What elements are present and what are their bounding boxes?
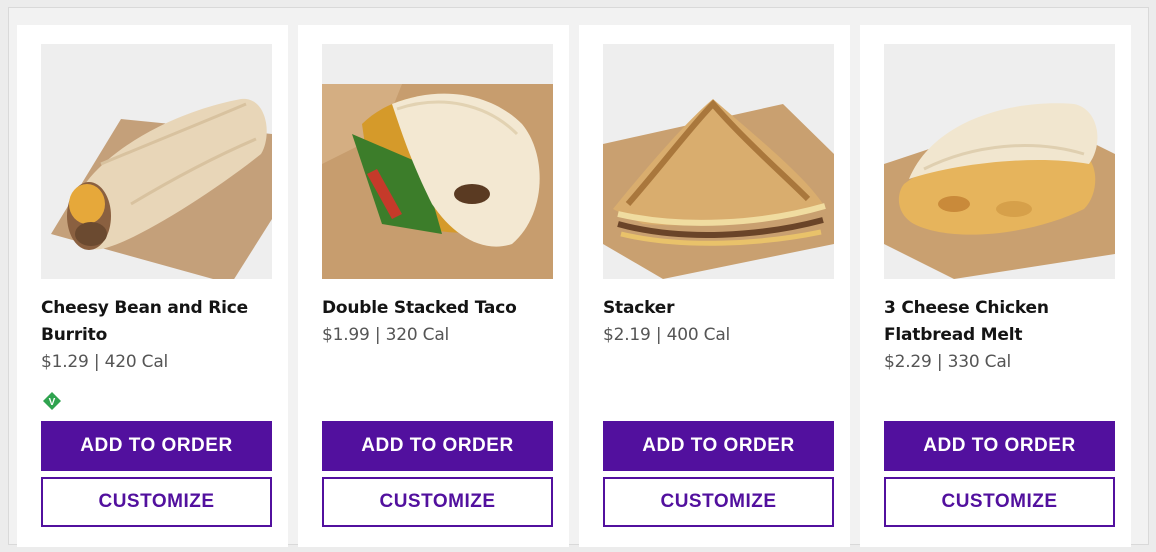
product-image-burrito[interactable] xyxy=(41,44,272,279)
svg-text:V: V xyxy=(49,397,56,408)
product-image-flatbread[interactable] xyxy=(884,44,1115,279)
product-card-cheesy-bean-rice-burrito: Cheesy Bean and Rice Burrito $1.29 | 420… xyxy=(17,25,288,547)
price-calories: $1.99 | 320 Cal xyxy=(322,325,450,345)
price-calories: $2.19 | 400 Cal xyxy=(603,325,731,345)
customize-button[interactable]: CUSTOMIZE xyxy=(884,477,1115,527)
product-image-stacker[interactable] xyxy=(603,44,834,279)
customize-button[interactable]: CUSTOMIZE xyxy=(322,477,553,527)
vegetarian-badge-icon: V xyxy=(43,392,61,410)
customize-button[interactable]: CUSTOMIZE xyxy=(41,477,272,527)
add-to-order-button[interactable]: ADD TO ORDER xyxy=(41,421,272,471)
product-name[interactable]: Stacker xyxy=(603,295,828,322)
product-card-double-stacked-taco: Double Stacked Taco $1.99 | 320 Cal ADD … xyxy=(298,25,569,547)
product-grid: Cheesy Bean and Rice Burrito $1.29 | 420… xyxy=(8,7,1149,547)
price-calories: $2.29 | 330 Cal xyxy=(884,352,1012,372)
add-to-order-button[interactable]: ADD TO ORDER xyxy=(884,421,1115,471)
product-card-stacker: Stacker $2.19 | 400 Cal ADD TO ORDER CUS… xyxy=(579,25,850,547)
product-name[interactable]: 3 Cheese Chicken Flatbread Melt xyxy=(884,295,1109,349)
add-to-order-button[interactable]: ADD TO ORDER xyxy=(603,421,834,471)
product-name[interactable]: Cheesy Bean and Rice Burrito xyxy=(41,295,266,349)
product-card-3-cheese-chicken-flatbread-melt: 3 Cheese Chicken Flatbread Melt $2.29 | … xyxy=(860,25,1131,547)
product-name[interactable]: Double Stacked Taco xyxy=(322,295,547,322)
add-to-order-button[interactable]: ADD TO ORDER xyxy=(322,421,553,471)
product-image-taco[interactable] xyxy=(322,44,553,279)
customize-button[interactable]: CUSTOMIZE xyxy=(603,477,834,527)
price-calories: $1.29 | 420 Cal xyxy=(41,352,169,372)
